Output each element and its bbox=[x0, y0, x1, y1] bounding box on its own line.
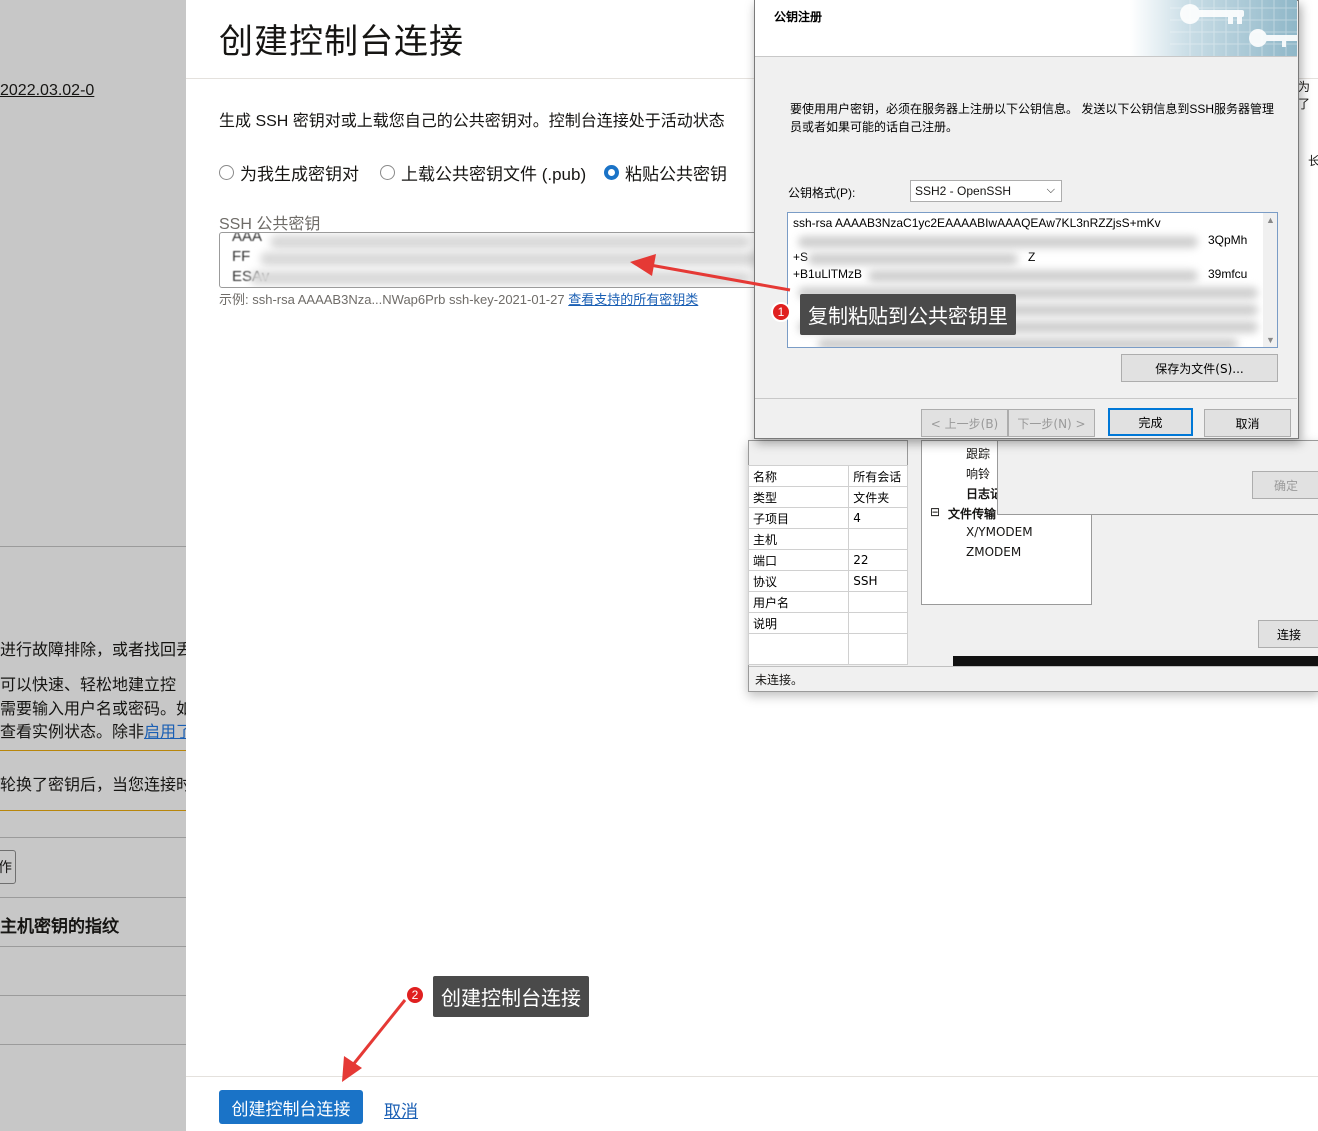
annotation-label: 创建控制台连接 bbox=[433, 976, 589, 1017]
annotation-arrows bbox=[342, 254, 791, 1082]
annotation-label: 复制粘贴到公共密钥里 bbox=[800, 294, 1016, 335]
arrow-to-create-button bbox=[342, 999, 407, 1082]
step-badge: 1 bbox=[771, 302, 791, 322]
step-badge: 2 bbox=[405, 985, 425, 1005]
arrow-to-ssh-box bbox=[630, 254, 791, 292]
